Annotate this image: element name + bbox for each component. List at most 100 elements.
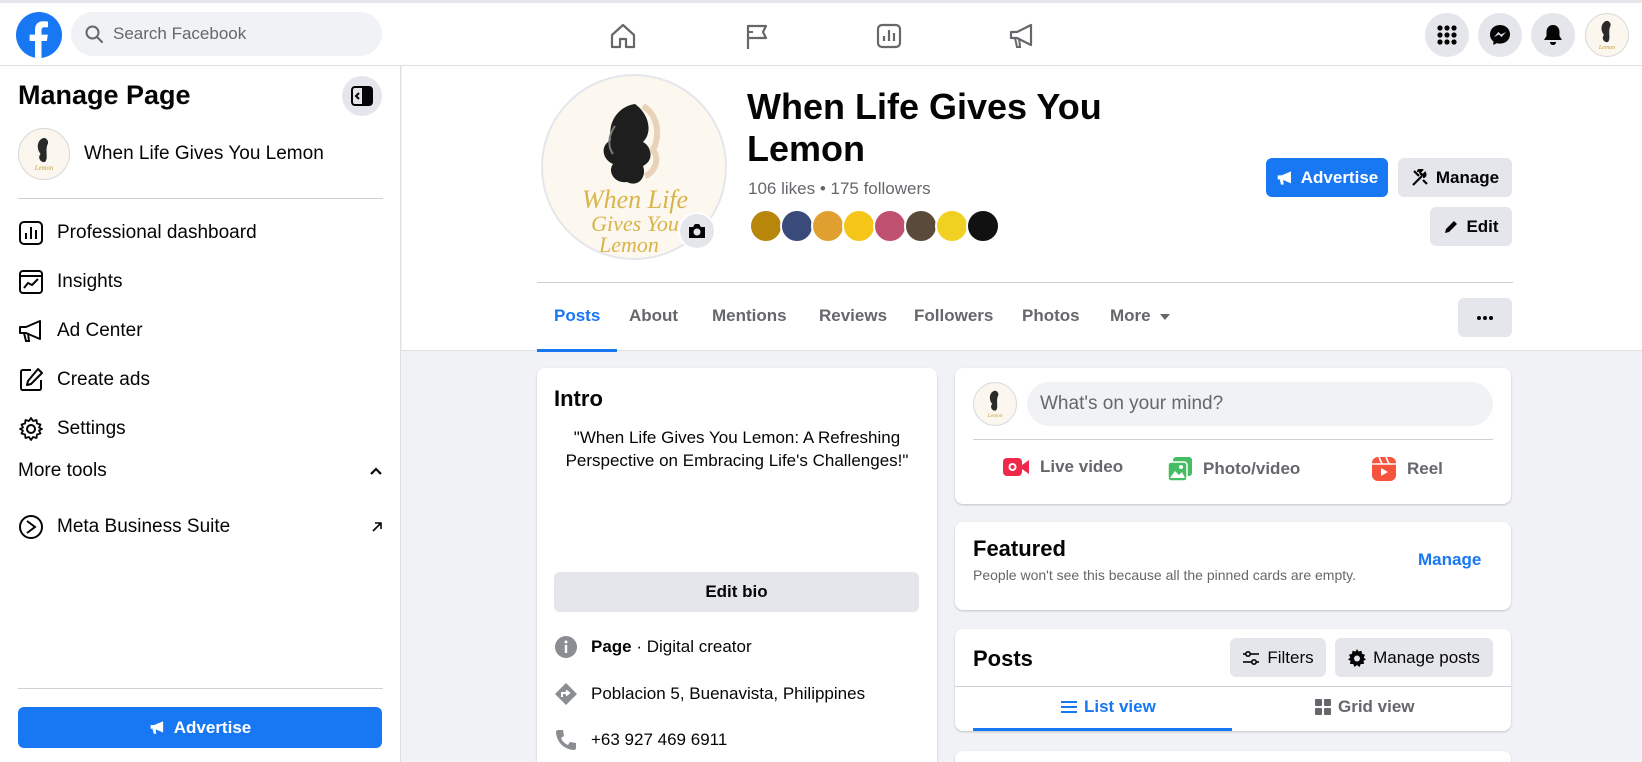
insights-icon (19, 270, 43, 294)
follower-avatar[interactable] (904, 209, 938, 243)
follower-avatar[interactable] (873, 209, 907, 243)
tools-icon (1412, 168, 1428, 186)
tab-mentions[interactable]: Mentions (712, 292, 787, 344)
sidebar-divider (18, 198, 383, 199)
manage-posts-button[interactable]: Manage posts (1335, 638, 1493, 677)
grid-view-label: Grid view (1338, 697, 1415, 716)
dashboard-icon[interactable] (872, 19, 906, 53)
filters-button[interactable]: Filters (1230, 638, 1326, 677)
svg-text:Lemon: Lemon (986, 413, 1002, 419)
info-icon (555, 636, 577, 658)
posts-card: Posts Filters Manage posts List view Gri… (955, 629, 1511, 731)
follower-avatar[interactable] (842, 209, 876, 243)
messenger-icon[interactable] (1478, 13, 1522, 57)
list-view-label: List view (1084, 697, 1156, 716)
page-stats[interactable]: 106 likes • 175 followers (748, 179, 931, 199)
reel-button[interactable]: Reel (1371, 456, 1443, 482)
filters-icon (1243, 650, 1260, 665)
list-icon (1061, 701, 1077, 713)
gear-icon (1348, 648, 1367, 667)
photo-video-button[interactable]: Photo/video (1167, 456, 1300, 482)
notifications-icon[interactable] (1531, 13, 1575, 57)
more-options-button[interactable] (1458, 298, 1512, 337)
tab-more[interactable]: More (1110, 292, 1171, 344)
intro-category: Page · Digital creator (554, 635, 752, 659)
intro-location: Poblacion 5, Buenavista, Philippines (554, 682, 865, 706)
sidebar-advertise-button[interactable]: Advertise (18, 707, 382, 748)
menu-grid-icon[interactable] (1425, 13, 1469, 57)
sidebar-item-ad-center[interactable]: Ad Center (18, 311, 383, 351)
tab-reviews[interactable]: Reviews (819, 292, 887, 344)
live-video-icon (1003, 458, 1029, 476)
manage-button[interactable]: Manage (1398, 158, 1512, 197)
page-title: When Life Gives You Lemon (747, 86, 1102, 169)
sidebar-item-label: Create ads (57, 369, 150, 390)
advertise-label: Advertise (1300, 167, 1379, 187)
account-avatar[interactable]: Lemon (1585, 13, 1629, 57)
whats-on-your-mind-input[interactable]: What's on your mind? (1027, 382, 1493, 426)
megaphone-icon[interactable] (1005, 19, 1039, 53)
grid-view-tab[interactable]: Grid view (1314, 697, 1415, 717)
intro-page-label: Page (591, 637, 632, 656)
tab-more-label: More (1110, 306, 1151, 325)
follower-avatar[interactable] (749, 209, 783, 243)
pencil-icon (1445, 220, 1458, 233)
manage-posts-label: Manage posts (1373, 647, 1480, 667)
search-input[interactable]: Search Facebook (113, 24, 246, 44)
sidebar-item-settings[interactable]: Settings (18, 409, 383, 449)
intro-location-text: Poblacion 5, Buenavista, Philippines (591, 684, 866, 703)
more-tools-toggle[interactable]: More tools (18, 460, 383, 482)
search-bar[interactable]: Search Facebook (71, 12, 382, 56)
manage-label: Manage (1435, 167, 1500, 187)
sidebar-item-professional-dashboard[interactable]: Professional dashboard (18, 213, 383, 253)
external-link-icon (372, 522, 382, 532)
featured-subtitle: People won't see this because all the pi… (973, 567, 1356, 583)
megaphone-icon (19, 320, 41, 342)
posts-title: Posts (973, 646, 1033, 671)
edit-bio-button[interactable]: Edit bio (554, 572, 919, 612)
follower-avatar[interactable] (966, 209, 1000, 243)
sidebar-item-label: Settings (57, 418, 126, 439)
megaphone-icon (150, 721, 163, 734)
filters-label: Filters (1267, 647, 1314, 667)
sidebar-item-label: Insights (57, 271, 123, 292)
photo-video-icon (1167, 457, 1192, 482)
camera-icon (689, 224, 705, 238)
sidebar-page-name: When Life Gives You Lemon (84, 143, 324, 164)
active-view-indicator (973, 728, 1232, 731)
featured-card: Featured People won't see this because a… (955, 522, 1511, 610)
sidebar-divider (18, 688, 383, 689)
sidebar-item-create-ads[interactable]: Create ads (18, 360, 383, 400)
tab-photos[interactable]: Photos (1022, 292, 1080, 344)
collapse-sidebar-button[interactable] (342, 76, 382, 116)
change-photo-button[interactable] (678, 212, 716, 250)
sidebar-advertise-label: Advertise (173, 717, 252, 737)
sidebar-item-label: Ad Center (57, 320, 143, 341)
composer-divider (973, 439, 1493, 440)
advertise-button[interactable]: Advertise (1266, 158, 1388, 197)
tab-posts[interactable]: Posts (536, 292, 618, 352)
featured-manage-link[interactable]: Manage (1418, 550, 1481, 570)
tab-followers[interactable]: Followers (914, 292, 993, 344)
flag-icon[interactable] (740, 19, 774, 53)
next-post-card (955, 751, 1511, 762)
gear-icon (19, 417, 43, 441)
edit-label: Edit (1466, 216, 1499, 236)
sidebar-title: Manage Page (18, 80, 191, 110)
sidebar-page-switcher[interactable]: Lemon When Life Gives You Lemon (18, 128, 324, 180)
follower-avatar[interactable] (935, 209, 969, 243)
follower-avatar[interactable] (811, 209, 845, 243)
sidebar-item-meta-business-suite[interactable]: Meta Business Suite (18, 507, 383, 547)
intro-title: Intro (554, 386, 603, 411)
intro-bio: "When Life Gives You Lemon: A Refreshing… (565, 428, 909, 470)
tab-about[interactable]: About (629, 292, 678, 344)
follower-avatar[interactable] (780, 209, 814, 243)
sidebar-item-insights[interactable]: Insights (18, 262, 383, 302)
facebook-logo-icon[interactable] (16, 12, 62, 58)
live-video-button[interactable]: Live video (1002, 456, 1123, 478)
follower-avatars[interactable] (749, 209, 1000, 243)
edit-button[interactable]: Edit (1430, 207, 1512, 246)
svg-text:Lemon: Lemon (598, 232, 659, 257)
home-icon[interactable] (606, 19, 640, 53)
list-view-tab[interactable]: List view (1060, 697, 1156, 717)
